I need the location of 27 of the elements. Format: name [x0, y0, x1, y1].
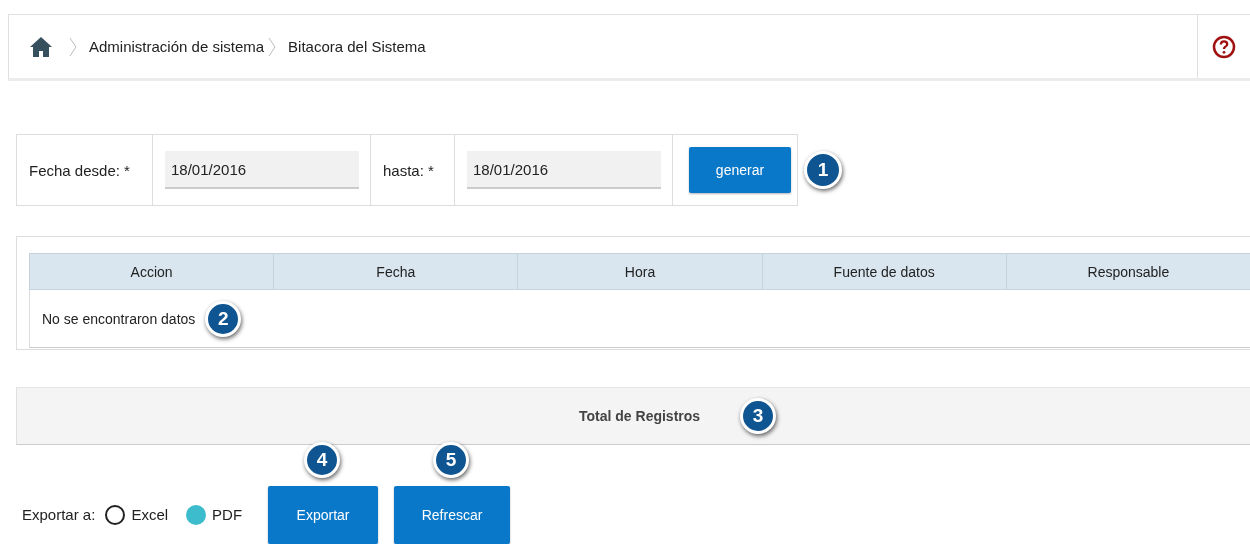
export-button[interactable]: Exportar	[268, 486, 379, 544]
generate-button[interactable]: generar	[689, 147, 791, 193]
help-icon[interactable]	[1212, 34, 1236, 59]
radio-button[interactable]	[105, 505, 126, 525]
radio-button[interactable]	[186, 505, 207, 525]
chevron-icon	[69, 36, 77, 57]
field-label: Fecha desde: *	[17, 135, 153, 205]
home-icon[interactable]	[29, 35, 53, 58]
column-header: Fuente de datos	[762, 254, 1007, 289]
breadcrumb-item[interactable]: Administración de sistema	[89, 38, 265, 55]
column-header: Accion	[30, 254, 275, 289]
radio-label[interactable]: PDF	[212, 486, 243, 544]
radio-label[interactable]: Excel	[131, 486, 169, 544]
export-label: Exportar a:	[22, 505, 96, 525]
column-header: Hora	[518, 254, 763, 289]
callout-number: 3	[740, 398, 777, 434]
column-header: Fecha	[274, 254, 519, 289]
callout-number: 1	[804, 151, 842, 189]
column-header: Responsable	[1086, 262, 1171, 282]
chevron-icon	[268, 36, 277, 57]
total-label: Total de Registros	[579, 408, 701, 424]
empty-message: No se encontraron datos	[42, 310, 196, 327]
refresh-button[interactable]: Refrescar	[394, 486, 511, 544]
breadcrumb-item: Bitacora del Sistema	[288, 38, 426, 55]
date-field[interactable]: 18/01/2016	[467, 151, 661, 189]
date-field[interactable]: 18/01/2016	[165, 151, 359, 189]
field-label: hasta: *	[371, 135, 455, 205]
